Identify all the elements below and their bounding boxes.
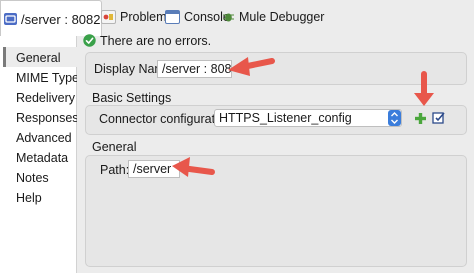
arrow-add-connector-icon [414, 71, 434, 106]
arrow-display-name-icon [228, 57, 275, 76]
arrow-path-icon [172, 157, 215, 177]
annotation-arrows [172, 57, 434, 177]
